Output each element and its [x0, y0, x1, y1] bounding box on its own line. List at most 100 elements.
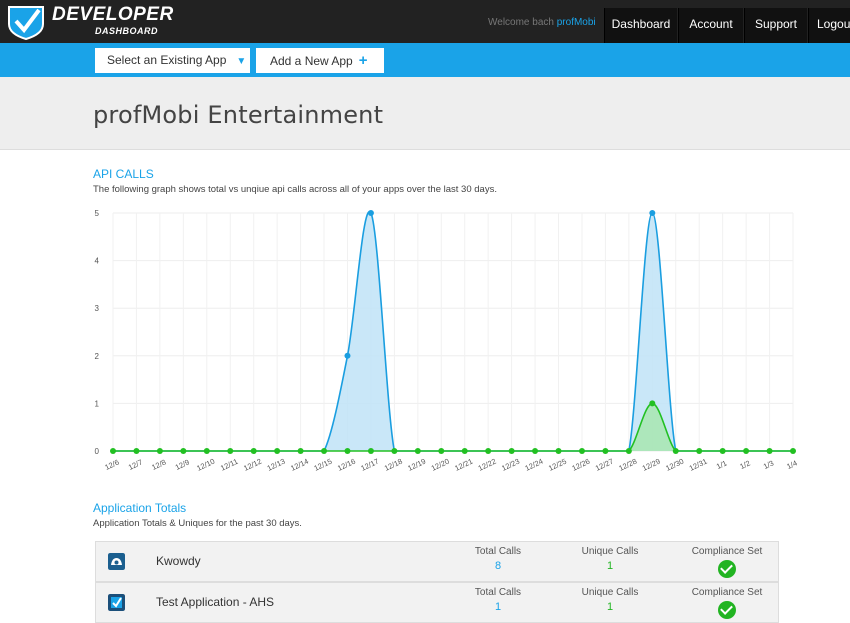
- data-point: [438, 448, 445, 454]
- y-tick-label: 4: [95, 257, 100, 266]
- data-point: [719, 448, 726, 454]
- x-tick-label: 12/26: [570, 457, 591, 473]
- x-tick-label: 12/11: [219, 457, 239, 473]
- welcome-username[interactable]: profMobi: [557, 17, 596, 28]
- y-tick-label: 5: [95, 209, 100, 218]
- x-tick-label: 12/8: [150, 458, 167, 472]
- series-area: [113, 211, 793, 451]
- x-tick-label: 12/17: [359, 457, 380, 473]
- x-tick-label: 12/28: [617, 457, 638, 473]
- x-tick-label: 12/29: [641, 457, 662, 473]
- data-point: [649, 400, 656, 407]
- x-tick-label: 12/9: [174, 458, 191, 472]
- total-calls-stat: Total Calls 8: [463, 546, 533, 572]
- data-point: [555, 448, 562, 454]
- x-tick-label: 1/1: [715, 458, 728, 471]
- checkmark-icon: [718, 560, 736, 578]
- x-tick-label: 12/15: [313, 457, 334, 473]
- x-tick-label: 12/16: [336, 457, 357, 473]
- data-point: [696, 448, 703, 454]
- data-point: [297, 448, 304, 454]
- data-point: [508, 448, 515, 454]
- data-point: [578, 448, 585, 454]
- data-point: [203, 448, 210, 454]
- data-point: [485, 448, 492, 454]
- x-tick-label: 12/27: [594, 457, 615, 473]
- brand-title: DEVELOPER: [52, 4, 174, 25]
- brand-subtitle: DASHBOARD: [95, 26, 158, 36]
- app-row-kwowdy[interactable]: Kwowdy Total Calls 8 Unique Calls 1 Comp…: [95, 541, 779, 582]
- data-point: [321, 448, 328, 454]
- page-header: profMobi Entertainment: [0, 77, 850, 150]
- data-point: [156, 448, 163, 454]
- x-tick-label: 12/13: [266, 457, 287, 473]
- x-tick-label: 12/7: [127, 458, 144, 472]
- data-point: [532, 448, 539, 454]
- plus-icon: +: [358, 52, 368, 69]
- data-point: [602, 448, 609, 454]
- page-title: profMobi Entertainment: [93, 101, 384, 129]
- app-name[interactable]: Test Application - AHS: [156, 595, 274, 609]
- application-totals-description: Application Totals & Uniques for the pas…: [93, 518, 302, 529]
- x-tick-label: 12/12: [242, 457, 263, 473]
- x-tick-label: 12/31: [688, 457, 709, 473]
- data-point: [110, 448, 116, 454]
- x-tick-label: 12/25: [547, 457, 568, 473]
- data-point: [367, 448, 374, 454]
- test-app-checkmark-icon: [108, 594, 125, 611]
- data-point: [649, 210, 656, 216]
- app-toolbar: Select an Existing App ▼ Add a New App +: [0, 43, 850, 77]
- data-point: [743, 448, 750, 454]
- unique-calls-value: 1: [606, 560, 614, 572]
- data-point: [274, 448, 281, 454]
- y-tick-label: 0: [95, 447, 100, 456]
- unique-calls-label: Unique Calls: [581, 546, 639, 557]
- x-tick-label: 12/6: [103, 458, 120, 472]
- x-tick-label: 1/4: [785, 458, 798, 471]
- data-point: [414, 448, 421, 454]
- data-point: [766, 448, 773, 454]
- data-point: [180, 448, 187, 454]
- data-point: [391, 448, 398, 454]
- api-calls-title: API CALLS: [93, 167, 154, 181]
- app-row-test-application[interactable]: Test Application - AHS Total Calls 1 Uni…: [95, 582, 779, 623]
- dropdown-arrow-icon: ▼: [236, 56, 247, 67]
- data-point: [790, 448, 796, 454]
- total-calls-value: 1: [494, 601, 502, 613]
- total-calls-stat: Total Calls 1: [463, 587, 533, 613]
- data-point: [344, 352, 351, 359]
- nav-support[interactable]: Support: [744, 8, 807, 43]
- x-tick-label: 12/10: [195, 457, 216, 473]
- x-tick-label: 12/21: [453, 457, 474, 473]
- y-tick-label: 2: [95, 352, 100, 361]
- series-line: [113, 402, 793, 452]
- data-point: [344, 448, 351, 454]
- unique-calls-label: Unique Calls: [581, 587, 639, 598]
- x-tick-label: 12/14: [289, 457, 310, 473]
- compliance-stat: Compliance Set: [682, 587, 772, 619]
- x-tick-label: 1/2: [738, 458, 751, 471]
- nav-account[interactable]: Account: [678, 8, 743, 43]
- data-point: [227, 448, 234, 454]
- checkmark-icon: [718, 601, 736, 619]
- x-tick-label: 12/23: [500, 457, 521, 473]
- add-new-app-button[interactable]: Add a New App +: [256, 48, 384, 73]
- top-navbar: DEVELOPER DASHBOARD Welcome bach profMob…: [0, 0, 850, 43]
- select-existing-app-label: Select an Existing App: [107, 53, 227, 67]
- select-existing-app-button[interactable]: Select an Existing App ▼: [95, 48, 250, 73]
- total-calls-label: Total Calls: [474, 587, 522, 598]
- application-totals-title: Application Totals: [93, 501, 187, 515]
- nav-logout[interactable]: Logout: [808, 8, 850, 43]
- series-line: [113, 210, 793, 452]
- x-tick-label: 12/20: [430, 457, 451, 473]
- developer-logo-icon: [8, 6, 44, 40]
- api-calls-description: The following graph shows total vs unqiu…: [93, 184, 497, 195]
- data-point: [367, 210, 374, 216]
- y-tick-label: 3: [95, 304, 100, 313]
- unique-calls-value: 1: [606, 601, 614, 613]
- kwowdy-app-icon: [108, 553, 125, 570]
- series-area: [113, 403, 793, 451]
- app-name[interactable]: Kwowdy: [156, 554, 201, 568]
- nav-dashboard[interactable]: Dashboard: [604, 8, 677, 43]
- compliance-label: Compliance Set: [691, 587, 763, 598]
